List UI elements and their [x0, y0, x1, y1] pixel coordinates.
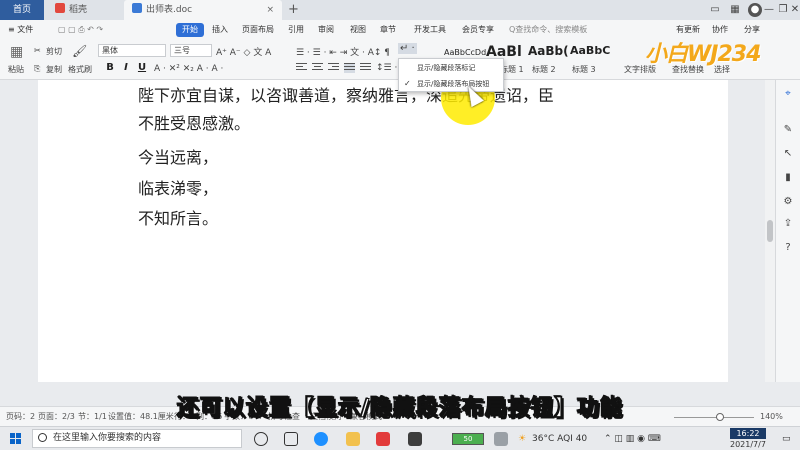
menu-page-layout[interactable]: 页面布局: [242, 20, 274, 40]
style-heading-3[interactable]: AaBbC: [570, 44, 610, 57]
tab-document[interactable]: 出师表.doc ×: [124, 0, 282, 20]
windows-start-button[interactable]: [10, 433, 22, 445]
underline-button[interactable]: U: [136, 62, 148, 74]
weather-text[interactable]: 36°C AQI 40: [532, 427, 587, 450]
app-icon[interactable]: [408, 432, 422, 446]
clock-time: 16:22: [730, 428, 766, 439]
edge-browser-icon[interactable]: [314, 432, 328, 446]
cut-icon: ✂: [34, 46, 41, 55]
align-left-icon[interactable]: [296, 63, 307, 73]
document-area: 陛下亦宜自谋，以咨诹善道，察纳雅言，深追先帝遗诏，臣 不胜受恩感激。 今当远离，…: [0, 80, 765, 382]
new-tab-button[interactable]: +: [288, 0, 299, 20]
watermark-logo: 小白WJ234: [645, 42, 761, 67]
location-icon[interactable]: ⌖: [782, 88, 794, 100]
menu-chapter[interactable]: 章节: [380, 20, 396, 40]
style-heading-2-caption: 标题 2: [532, 65, 556, 74]
menu-member[interactable]: 会员专享: [462, 20, 494, 40]
edit-icon[interactable]: ✎: [782, 124, 794, 136]
menu-insert[interactable]: 插入: [212, 20, 228, 40]
daoke-icon: [55, 3, 65, 13]
cut-button[interactable]: 剪切: [46, 46, 62, 57]
menu-item-toggle-layout-label: 显示/隐藏段落布局按钮: [417, 80, 490, 88]
align-right-icon[interactable]: [328, 63, 339, 73]
menu-item-toggle-layout-button[interactable]: ✓ 显示/隐藏段落布局按钮: [399, 76, 503, 92]
taskbar-search-placeholder: 在这里输入你要搜索的内容: [53, 433, 162, 443]
align-center-icon[interactable]: [312, 63, 323, 73]
copy-icon: ⎘: [34, 64, 41, 73]
line-spacing-icon[interactable]: ↕☰ ·: [376, 63, 397, 73]
doc-line-4: 临表涕零，: [138, 179, 219, 198]
italic-button[interactable]: I: [120, 62, 132, 74]
system-tray-icons[interactable]: ⌃ ◫ ▥ ◉ ⌨: [604, 427, 661, 450]
style-heading-3-caption: 标题 3: [572, 65, 596, 74]
tab-home[interactable]: 首页: [0, 0, 44, 20]
copy-button[interactable]: 复制: [46, 64, 62, 75]
font-size-select[interactable]: 三号: [170, 44, 212, 57]
doc-line-2: 不胜受恩感激。: [138, 114, 251, 133]
quick-access-icons[interactable]: ▢ ▢ ⎙ ↶ ↷: [58, 20, 103, 40]
vertical-scrollbar[interactable]: [765, 80, 775, 382]
menu-view[interactable]: 视图: [350, 20, 366, 40]
close-tab-icon[interactable]: ×: [266, 0, 274, 20]
battery-indicator: 50: [452, 433, 484, 445]
grid-icon[interactable]: ▦: [728, 3, 742, 17]
clock-date: 2021/7/7: [730, 440, 766, 449]
check-icon: ✓: [404, 79, 411, 88]
avatar[interactable]: ●: [748, 3, 762, 17]
help-icon[interactable]: ?: [782, 242, 794, 254]
right-side-panel: ⌖ ✎ ↖ ▮ ⚙ ⇪ ?: [775, 80, 800, 382]
document-icon: [132, 3, 142, 13]
bold-button[interactable]: B: [104, 62, 116, 74]
file-explorer-icon[interactable]: [346, 432, 360, 446]
notification-icon[interactable]: ▭: [782, 427, 791, 450]
taskbar-search-input[interactable]: 在这里输入你要搜索的内容: [32, 429, 242, 448]
export-icon[interactable]: ⇪: [782, 218, 794, 230]
taskbar-clock[interactable]: 16:22 2021/7/7: [730, 428, 766, 450]
font-effects-icons[interactable]: A · ✕² ✕₂ A · A ·: [154, 64, 223, 74]
app-icon-2[interactable]: [494, 432, 508, 446]
font-grow-icon[interactable]: A⁺ A⁻ ◇ 文 A: [216, 45, 271, 58]
style-heading-2[interactable]: AaBb(: [528, 44, 569, 58]
paragraph-mark-dropdown: 显示/隐藏段落标记 ✓ 显示/隐藏段落布局按钮: [398, 58, 504, 92]
menu-developer[interactable]: 开发工具: [414, 20, 446, 40]
command-search[interactable]: Q查找命令、搜索模板: [509, 20, 587, 40]
paste-button[interactable]: 粘贴: [8, 64, 24, 75]
style-normal[interactable]: AaBbCcDd: [444, 48, 486, 57]
font-name-select[interactable]: 黑体: [98, 44, 166, 57]
settings-icon[interactable]: ⚙: [782, 196, 794, 208]
menu-review[interactable]: 审阅: [318, 20, 334, 40]
menu-start[interactable]: 开始: [176, 23, 204, 37]
tab-document-label: 出师表.doc: [146, 5, 193, 15]
doc-line-3: 今当远离，: [138, 148, 219, 167]
cortana-icon[interactable]: [254, 432, 268, 446]
menu-file[interactable]: ≡ 文件: [8, 20, 33, 40]
justify-icon[interactable]: [344, 63, 355, 73]
slider-icon[interactable]: ▮: [782, 172, 794, 184]
search-icon: [38, 433, 47, 442]
list-icons[interactable]: ☰ · ☰ · ⇤ ⇥ 文 · A↕ ¶: [296, 45, 390, 58]
pointer-icon[interactable]: ↖: [782, 148, 794, 160]
paragraph-mark-button[interactable]: ↵ ·: [398, 43, 417, 54]
distribute-icon[interactable]: [360, 63, 371, 73]
video-subtitle: 还可以设置【显示/隐藏段落布局按钮】功能: [176, 396, 624, 422]
format-painter-icon: 🖌: [72, 44, 88, 58]
format-painter-button[interactable]: 格式刷: [68, 64, 92, 75]
task-view-icon[interactable]: [284, 432, 298, 446]
close-window-icon[interactable]: ✕: [788, 3, 800, 17]
wps-office-icon[interactable]: [376, 432, 390, 446]
windows-taskbar: 在这里输入你要搜索的内容 50 ☀ 36°C AQI 40 ⌃ ◫ ▥ ◉ ⌨ …: [0, 426, 800, 450]
window-tile-icon[interactable]: ▭: [708, 3, 722, 17]
tab-daoke[interactable]: 稻壳: [47, 0, 123, 20]
weather-icon: ☀: [518, 434, 527, 444]
document-page[interactable]: 陛下亦宜自谋，以咨诹善道，察纳雅言，深追先帝遗诏，臣 不胜受恩感激。 今当远离，…: [38, 80, 728, 382]
scrollbar-thumb[interactable]: [767, 220, 773, 242]
minimize-icon[interactable]: —: [762, 3, 776, 17]
menu-item-toggle-paragraph-marks[interactable]: 显示/隐藏段落标记: [399, 60, 503, 76]
doc-line-5: 不知所言。: [138, 209, 219, 228]
title-bar: 首页 稻壳 出师表.doc × + ▭ ▦ ● — ❐ ✕: [0, 0, 800, 20]
menu-reference[interactable]: 引用: [288, 20, 304, 40]
tab-daoke-label: 稻壳: [69, 5, 88, 15]
paste-icon[interactable]: ▦: [10, 44, 23, 60]
